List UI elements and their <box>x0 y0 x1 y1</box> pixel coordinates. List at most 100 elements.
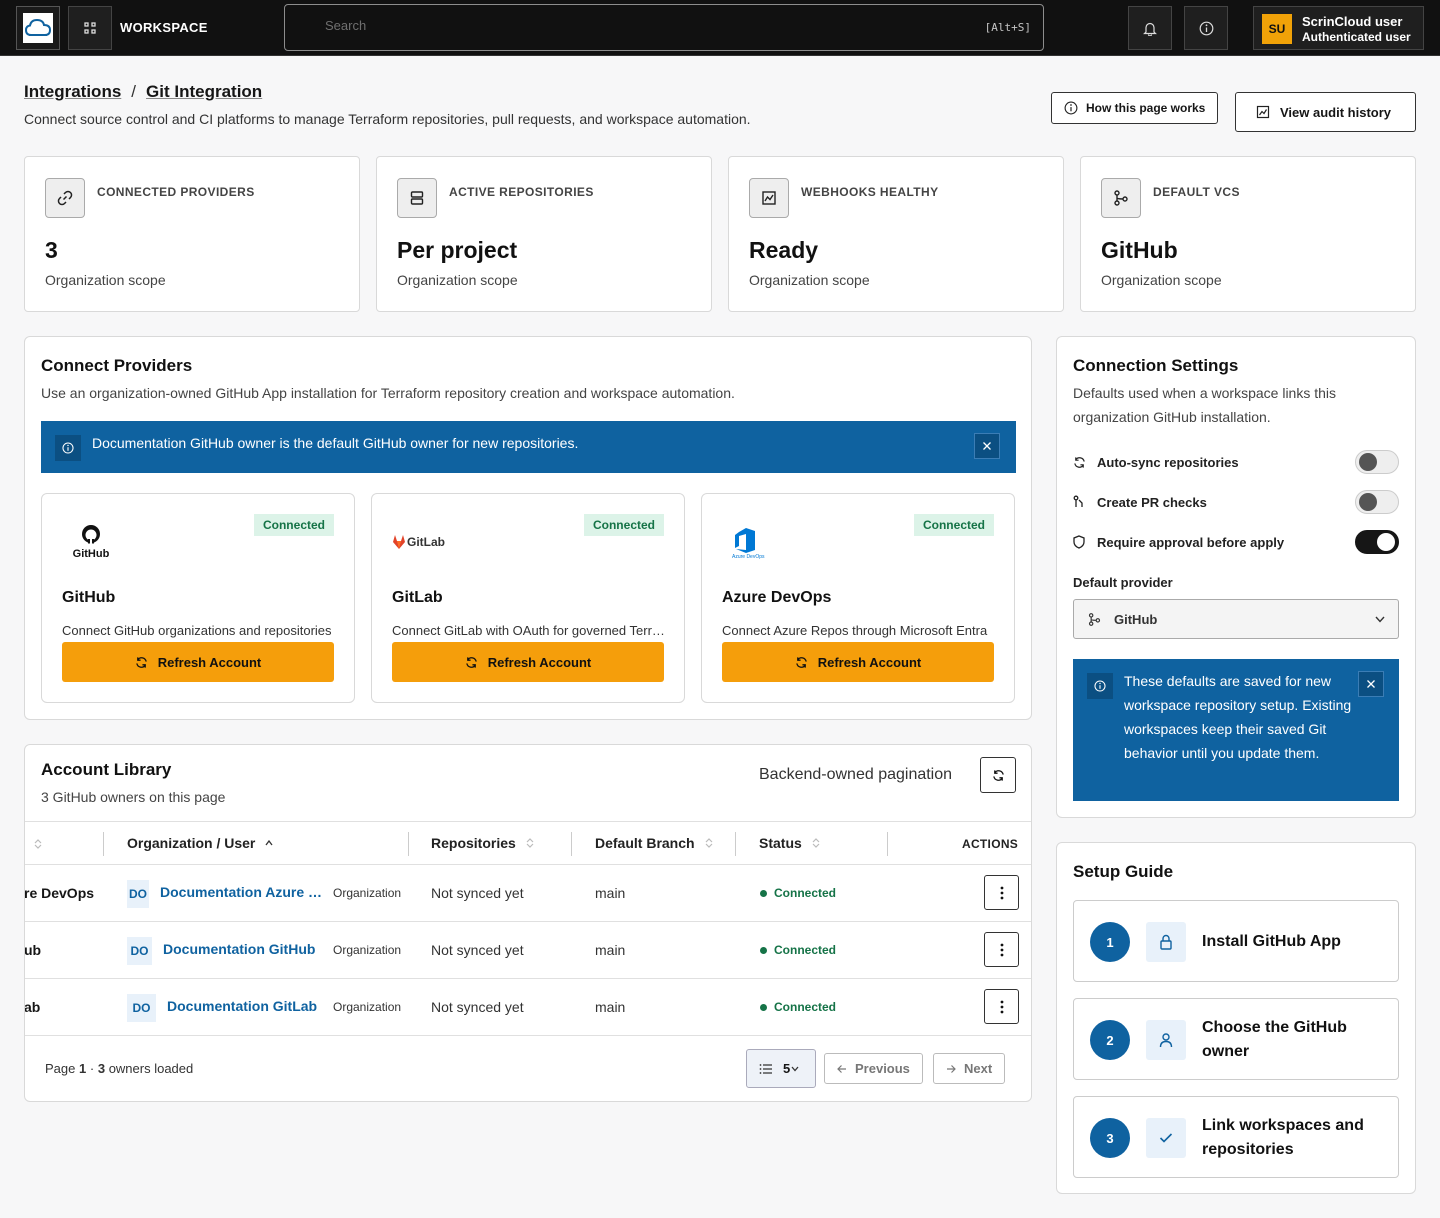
default-provider-label: Default provider <box>1073 575 1173 590</box>
row-actions-button[interactable] <box>984 932 1019 967</box>
global-search[interactable]: [Alt+S] <box>284 4 1044 51</box>
org-type: Organization <box>333 943 402 957</box>
org-link[interactable]: Documentation GitHub <box>163 941 325 957</box>
setup-step-link[interactable]: 3 Link workspaces and repositories <box>1073 1096 1399 1178</box>
step-number: 1 <box>1090 922 1130 962</box>
column-repositories[interactable]: Repositories <box>431 835 534 851</box>
auto-sync-switch[interactable] <box>1355 450 1399 474</box>
setup-step-owner[interactable]: 2 Choose the GitHub owner <box>1073 998 1399 1080</box>
refresh-account-button[interactable]: Refresh Account <box>722 642 994 682</box>
column-default-branch[interactable]: Default Branch <box>595 835 713 851</box>
refresh-account-label: Refresh Account <box>817 654 922 670</box>
stat-label: DEFAULT VCS <box>1153 185 1240 199</box>
notifications-button[interactable] <box>1128 6 1172 50</box>
org-type: Organization <box>333 886 402 900</box>
provider-description: Connect Azure Repos through Microsoft En… <box>722 623 988 638</box>
info-icon <box>55 435 81 461</box>
default-provider-select[interactable]: GitHub <box>1073 599 1399 639</box>
info-icon <box>1087 673 1113 699</box>
status-badge: Connected <box>913 514 994 536</box>
branch-cell: main <box>595 942 626 958</box>
org-link[interactable]: Documentation Azure DevOps <box>160 884 325 900</box>
table-row[interactable]: ab DO Documentation GitLab Organization … <box>25 979 1031 1036</box>
column-organization[interactable]: Organization / User <box>127 835 273 851</box>
status-badge: Connected <box>253 514 334 536</box>
app-logo[interactable] <box>16 6 60 50</box>
stat-card-connected-providers: CONNECTED PROVIDERS 3 Organization scope <box>24 156 360 312</box>
arrow-right-icon <box>947 1064 956 1073</box>
user-menu[interactable]: SU ScrinCloud user Authenticated user <box>1253 6 1424 50</box>
banner-close-button[interactable] <box>974 433 1000 459</box>
stat-value: GitHub <box>1101 237 1178 263</box>
table-header: Organization / User Repositories Default… <box>25 821 1031 865</box>
repositories-cell: Not synced yet <box>431 999 524 1015</box>
pagination-mode-label: Backend-owned pagination <box>759 766 953 783</box>
status-badge: Connected <box>583 514 664 536</box>
org-badge: DO <box>127 880 149 908</box>
provider-name: GitLab <box>392 589 443 606</box>
refresh-account-button[interactable]: Refresh Account <box>62 642 334 682</box>
sort-icon <box>526 838 534 848</box>
previous-page-button[interactable]: Previous <box>824 1053 923 1084</box>
connection-settings-subtitle: Defaults used when a workspace links thi… <box>1073 385 1337 425</box>
link-icon <box>45 178 85 218</box>
provider-name: Azure DevOps <box>722 589 832 606</box>
avatar: SU <box>1262 14 1292 44</box>
step-label: Choose the GitHub owner <box>1202 1019 1347 1060</box>
sort-icon[interactable] <box>34 839 42 849</box>
column-status[interactable]: Status <box>759 835 820 851</box>
search-input[interactable] <box>325 18 925 33</box>
server-icon <box>397 178 437 218</box>
stat-subtitle: Organization scope <box>397 272 518 288</box>
next-page-button[interactable]: Next <box>933 1053 1006 1084</box>
sort-asc-icon <box>265 840 273 846</box>
breadcrumb-git-integration[interactable]: Git Integration <box>146 82 262 102</box>
git-branch-icon <box>1088 613 1101 626</box>
connection-settings-panel: Connection Settings Defaults used when a… <box>1056 336 1416 818</box>
reload-button[interactable] <box>980 757 1016 793</box>
default-provider-value: GitHub <box>1114 612 1158 627</box>
view-audit-history-button[interactable]: View audit history <box>1235 92 1416 132</box>
more-vertical-icon <box>1000 886 1003 899</box>
provider-card-github: Connected GitHub GitHub Connect GitHub o… <box>41 493 355 703</box>
row-actions-button[interactable] <box>984 989 1019 1024</box>
refresh-account-label: Refresh Account <box>487 654 592 670</box>
org-link[interactable]: Documentation GitLab <box>167 998 325 1014</box>
refresh-account-button[interactable]: Refresh Account <box>392 642 664 682</box>
row-actions-button[interactable] <box>984 875 1019 910</box>
account-table: Organization / User Repositories Default… <box>25 821 1031 1037</box>
info-icon <box>1199 21 1213 35</box>
provider-card-gitlab: Connected GitLab GitLab Connect GitLab w… <box>371 493 685 703</box>
account-library-title: Account Library <box>41 760 172 779</box>
stat-label: CONNECTED PROVIDERS <box>97 185 255 199</box>
help-button[interactable] <box>1184 6 1228 50</box>
how-page-works-button[interactable]: How this page works <box>1051 92 1219 124</box>
lock-icon <box>1146 922 1186 962</box>
chart-icon <box>1256 105 1270 119</box>
page-size-select[interactable]: 5 <box>746 1049 816 1088</box>
arrow-left-icon <box>837 1064 846 1073</box>
table-row[interactable]: re DevOps DO Documentation Azure DevOps … <box>25 865 1031 922</box>
stat-card-active-repositories: ACTIVE REPOSITORIES Per project Organiza… <box>376 156 712 312</box>
owners-count: 3 <box>97 1061 106 1076</box>
app-switcher-button[interactable] <box>68 6 112 50</box>
org-badge: DO <box>127 994 156 1022</box>
gitlab-logo-icon: GitLab <box>392 520 452 564</box>
table-row[interactable]: ub DO Documentation GitHub Organization … <box>25 922 1031 979</box>
page-size-value: 5 <box>783 1061 791 1076</box>
require-approval-switch[interactable] <box>1355 530 1399 554</box>
notice-close-button[interactable] <box>1358 671 1384 697</box>
grid-icon <box>84 22 96 34</box>
provider-cell: re DevOps <box>25 885 95 901</box>
stat-card-default-vcs: DEFAULT VCS GitHub Organization scope <box>1080 156 1416 312</box>
provider-description: Connect GitHub organizations and reposit… <box>62 623 332 638</box>
breadcrumb-integrations[interactable]: Integrations <box>24 82 121 102</box>
chevron-down-icon <box>791 1066 799 1071</box>
svg-text:Azure DevOps: Azure DevOps <box>732 554 765 560</box>
setup-step-install[interactable]: 1 Install GitHub App <box>1073 900 1399 982</box>
refresh-account-label: Refresh Account <box>157 654 262 670</box>
page-description: Connect source control and CI platforms … <box>24 111 751 127</box>
pr-checks-switch[interactable] <box>1355 490 1399 514</box>
provider-description: Connect GitLab with OAuth for governed T… <box>392 623 666 638</box>
user-name: ScrinCloud user <box>1302 14 1403 29</box>
